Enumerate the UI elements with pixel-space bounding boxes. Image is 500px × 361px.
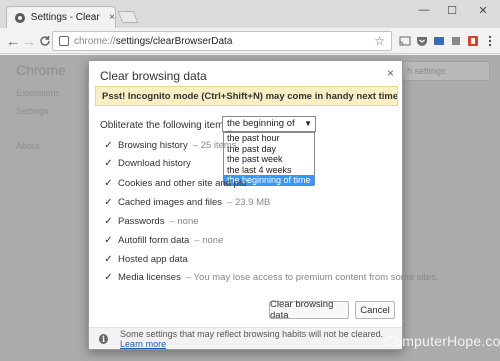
checkmark-icon: ✓ — [104, 196, 113, 208]
sidebar-item-extensions: Extensions — [16, 88, 61, 98]
page-icon — [59, 36, 69, 46]
footer-text: Some settings that may reflect browsing … — [120, 328, 384, 349]
item-detail: – You may lose access to premium content… — [185, 271, 439, 283]
clear-browsing-data-dialog: Clear browsing data × Psst! Incognito mo… — [88, 60, 439, 350]
time-range-select[interactable]: the beginning of time ▼ — [222, 116, 316, 140]
learn-more-link[interactable]: Learn more — [120, 339, 166, 349]
dialog-close-icon[interactable]: × — [387, 66, 394, 80]
cancel-button[interactable]: Cancel — [355, 301, 395, 319]
checkmark-icon: ✓ — [104, 253, 113, 265]
dialog-footer: i Some settings that may reflect browsin… — [89, 327, 402, 349]
checkbox-cookies[interactable]: ✓ Cookies and other site and plu — [104, 176, 246, 190]
tab-title: Settings - Clear browsing — [30, 12, 101, 23]
item-label: Cached images and files — [118, 196, 223, 208]
item-detail: – 23.9 MB — [227, 196, 271, 208]
maximize-button[interactable]: ☐ — [438, 0, 466, 20]
checkbox-download-history[interactable]: ✓ Download history — [104, 156, 191, 170]
checkmark-icon: ✓ — [104, 215, 113, 227]
chevron-down-icon: ▼ — [304, 119, 312, 128]
extension-shield-icon[interactable] — [432, 34, 446, 48]
new-tab-button[interactable] — [117, 11, 139, 23]
item-label: Passwords — [118, 215, 165, 227]
item-label: Hosted app data — [118, 253, 188, 265]
dialog-title: Clear browsing data — [100, 69, 207, 83]
checkmark-icon: ✓ — [104, 234, 113, 246]
cast-icon[interactable] — [398, 34, 412, 48]
item-label: Cookies and other site and plu — [118, 177, 247, 189]
clear-browsing-data-button[interactable]: Clear browsing data — [269, 299, 349, 321]
checkmark-icon: ✓ — [104, 157, 113, 169]
pocket-extension-icon[interactable] — [415, 34, 429, 48]
sidebar-item-about: About — [16, 141, 40, 151]
option-past-week[interactable]: the past week — [224, 154, 314, 165]
item-label: Download history — [118, 157, 191, 169]
watermark: ComputerHope.com — [384, 333, 500, 349]
item-detail: – 25 items — [192, 139, 237, 151]
title-bar: Settings - Clear browsing × — ☐ ✕ — [0, 0, 500, 28]
menu-icon[interactable] — [483, 34, 497, 48]
address-bar[interactable]: chrome://settings/clearBrowserData ☆ — [52, 31, 392, 51]
option-past-hour[interactable]: the past hour — [224, 133, 314, 144]
item-detail: – none — [194, 234, 224, 246]
minimize-button[interactable]: — — [410, 0, 438, 20]
browser-toolbar: ← → chrome://settings/clearBrowserData ☆ — [0, 28, 500, 54]
checkbox-passwords[interactable]: ✓ Passwords – none — [104, 214, 199, 228]
item-label: Media licenses — [118, 271, 181, 283]
extension-red-icon[interactable] — [466, 34, 480, 48]
url-text: chrome://settings/clearBrowserData — [74, 35, 233, 47]
checkmark-icon: ✓ — [104, 139, 113, 151]
tab-close-icon[interactable]: × — [109, 12, 115, 23]
settings-title: Chrome — [16, 62, 66, 78]
incognito-tip-banner: Psst! Incognito mode (Ctrl+Shift+N) may … — [95, 86, 398, 106]
info-icon: i — [99, 333, 109, 344]
checkbox-cached-images[interactable]: ✓ Cached images and files – 23.9 MB — [104, 195, 270, 209]
checkbox-hosted-app-data[interactable]: ✓ Hosted app data — [104, 252, 188, 266]
bookmark-star-icon[interactable]: ☆ — [374, 34, 385, 48]
settings-favicon-icon — [15, 12, 25, 23]
extension-puzzle-icon[interactable] — [449, 34, 463, 48]
reload-icon — [40, 36, 50, 46]
checkmark-icon: ✓ — [104, 177, 113, 189]
item-label: Autofill form data — [118, 234, 190, 246]
search-settings-input: h settings — [398, 61, 490, 81]
checkbox-autofill[interactable]: ✓ Autofill form data – none — [104, 233, 223, 247]
close-window-button[interactable]: ✕ — [466, 0, 500, 20]
tab-settings[interactable]: Settings - Clear browsing × — [6, 6, 116, 28]
sidebar-item-settings: Settings — [16, 106, 49, 116]
item-detail: – none — [169, 215, 199, 227]
checkbox-browsing-history[interactable]: ✓ Browsing history – 25 items — [104, 138, 237, 152]
item-label: Browsing history — [118, 139, 188, 151]
option-past-day[interactable]: the past day — [224, 144, 314, 155]
checkmark-icon: ✓ — [104, 271, 113, 283]
option-last-4-weeks[interactable]: the last 4 weeks — [224, 165, 314, 176]
checkbox-media-licenses[interactable]: ✓ Media licenses – You may lose access t… — [104, 270, 439, 284]
